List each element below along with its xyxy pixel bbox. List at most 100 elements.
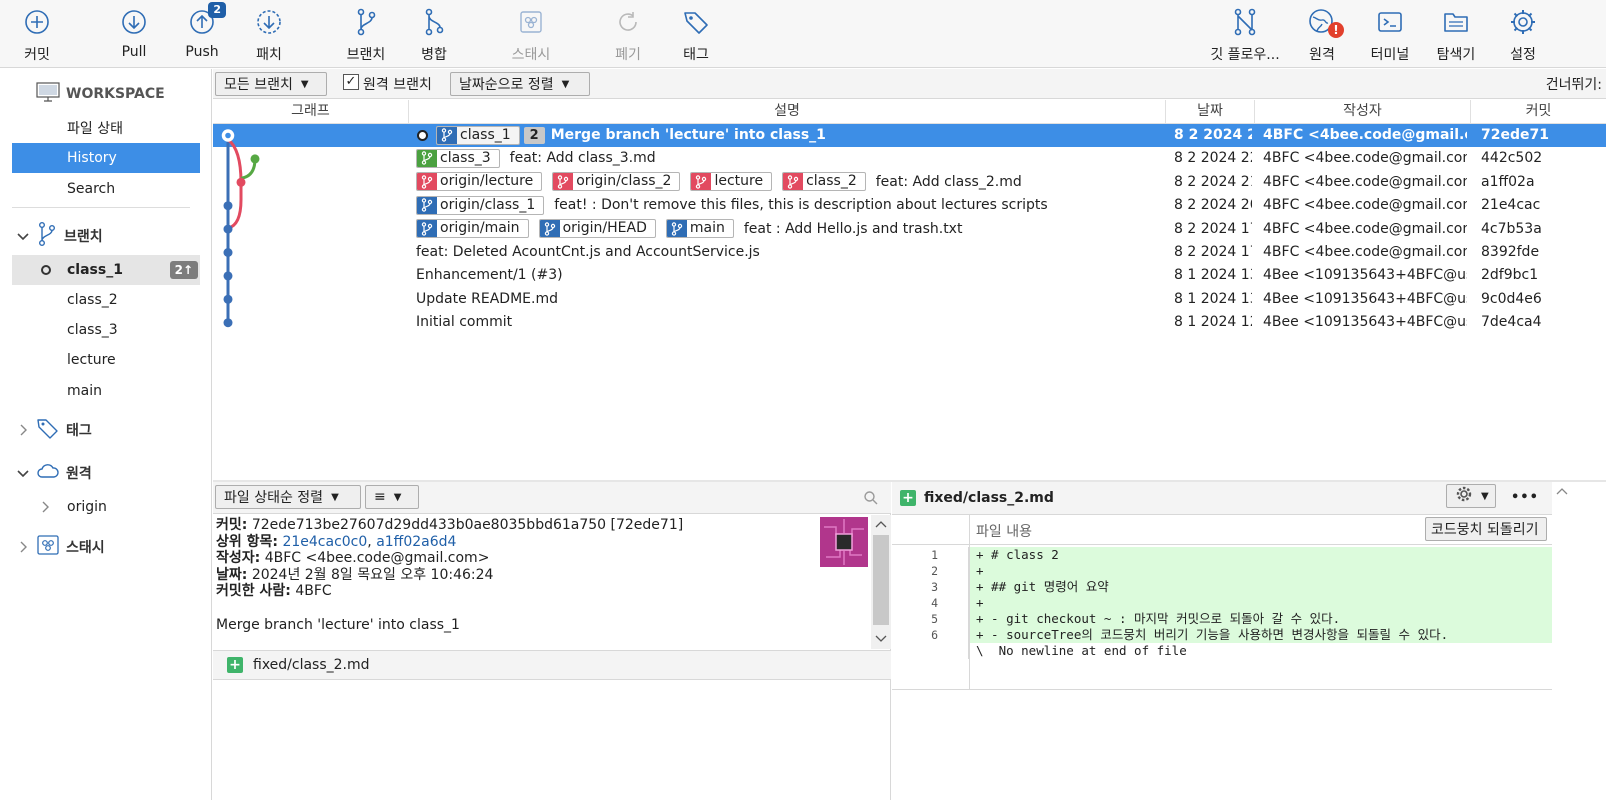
commit-hash: 72ede71 (1481, 127, 1549, 143)
file-list-toolbar: 파일 상태순 정렬 ▼ ≡ ▼ (213, 482, 891, 514)
table-row[interactable]: class_3 feat: Add class_3.md 8 2 2024 22 4B… (213, 147, 1606, 170)
ref-label[interactable]: class_2 (782, 172, 866, 192)
line-code: + (970, 563, 1552, 579)
commit-message: Merge branch 'lecture' into class_1 (216, 616, 460, 633)
sidebar-item-history[interactable]: History (12, 143, 200, 173)
commit-hash: 2df9bc1 (1481, 267, 1539, 284)
sort-files-dropdown[interactable]: 파일 상태순 정렬 ▼ (215, 485, 361, 509)
push-button[interactable]: 2 Push (183, 0, 226, 68)
chevron-down-icon: ▼ (393, 491, 402, 503)
all-branches-dropdown[interactable]: 모든 브랜치 ▼ (215, 72, 327, 96)
line-code: + - sourceTree의 코드뭉치 버리기 기능을 사용하면 변경사항을 … (970, 627, 1552, 643)
view-mode-dropdown[interactable]: ≡ ▼ (365, 485, 419, 509)
table-row[interactable]: origin/lecture origin/class_2 lecture class… (213, 171, 1606, 194)
refresh-icon (610, 4, 646, 40)
more-options-button[interactable]: ••• (1511, 490, 1539, 505)
sidebar-item-lecture[interactable]: lecture (12, 345, 200, 375)
stash-button[interactable]: 스태시 (507, 0, 555, 68)
branch-button[interactable]: 브랜치 (342, 0, 390, 68)
settings-button[interactable]: 설정 (1505, 0, 1541, 68)
ref-label[interactable]: origin/lecture (416, 172, 543, 192)
terminal-button[interactable]: 터미널 (1366, 0, 1414, 68)
ref-label[interactable]: origin/main (416, 219, 529, 239)
line-code: + - git checkout ~ : 마지막 커밋으로 되돌아 갈 수 있다… (970, 611, 1552, 627)
terminal-label: 터미널 (1370, 47, 1410, 63)
ref-label[interactable]: main (665, 219, 734, 239)
graph-node (223, 248, 233, 257)
remote-button[interactable]: ! 원격 (1304, 0, 1344, 68)
branches-header[interactable]: 브랜치 (0, 221, 212, 251)
table-row[interactable]: class_1 2 Merge branch 'lecture' into clas… (213, 124, 1606, 147)
column-date[interactable]: 날짜 (1166, 100, 1255, 124)
table-row[interactable]: Update README.md 8 1 2024 13 4Bee <1091356… (213, 288, 1606, 311)
commit-description: feat: Deleted AcountCnt.js and AccountSe… (416, 241, 1161, 264)
workspace-header[interactable]: WORKSPACE (0, 79, 212, 109)
ref-label[interactable]: origin/class_2 (552, 172, 681, 192)
sidebar-item-class-2[interactable]: class_2 (12, 285, 200, 315)
commit-description: Update README.md (416, 288, 1161, 311)
parent-link-1[interactable]: 21e4cac0c0 (282, 534, 367, 550)
ref-label[interactable]: lecture (690, 172, 773, 192)
line-number: 4 (892, 595, 969, 611)
sidebar-item-search[interactable]: Search (12, 174, 200, 204)
discard-button[interactable]: 폐기 (610, 0, 646, 68)
file-list-item[interactable]: + fixed/class_2.md (213, 650, 891, 680)
file-added-icon: + (900, 490, 916, 506)
ref-label[interactable]: class_3 (416, 148, 500, 168)
commit-message: Update README.md (416, 290, 558, 307)
patch-icon (251, 4, 287, 40)
stashes-header[interactable]: 스태시 (0, 532, 212, 562)
gear-icon (1455, 485, 1473, 507)
table-row[interactable]: feat: Deleted AcountCnt.js and AccountSe… (213, 241, 1606, 264)
sidebar-item-main[interactable]: main (12, 376, 200, 406)
git-flow-button[interactable]: 깃 플로우... (1204, 0, 1286, 68)
column-description[interactable]: 설명 (409, 100, 1166, 124)
diff-toolbar: + fixed/class_2.md ▼ ••• (892, 482, 1606, 515)
parent-link-2[interactable]: a1ff02a6d4 (376, 534, 456, 550)
table-row[interactable]: Initial commit 8 1 2024 12 4Bee <109135643… (213, 311, 1606, 334)
tag-button[interactable]: 태그 (678, 0, 714, 68)
line-number (892, 643, 969, 659)
commit-info-scrollbar[interactable] (871, 515, 891, 649)
author-line: 작성자: 4BFC <4bee.code@gmail.com> (216, 550, 490, 566)
table-row[interactable]: origin/main origin/HEAD main feat : Add Hel… (213, 218, 1606, 241)
commit-hash: 8392fde (1481, 244, 1540, 260)
sidebar-item-file-status[interactable]: 파일 상태 (12, 113, 200, 143)
table-row[interactable]: Enhancement/1 (#3) 8 1 2024 13 4Bee <10913… (213, 264, 1606, 287)
current-branch-icon (41, 265, 51, 275)
stash-icon (36, 534, 60, 560)
pull-button[interactable]: Pull (115, 0, 153, 68)
line-code: + (970, 595, 1552, 611)
remotes-header[interactable]: 원격 (0, 458, 212, 488)
commit-button[interactable]: 커밋 (18, 0, 56, 68)
remote-branches-label: 원격 브랜치 (363, 77, 432, 93)
diff-scrollbar[interactable] (1552, 482, 1606, 800)
patch-button[interactable]: 패치 (250, 0, 288, 68)
column-graph[interactable]: 그래프 (213, 100, 409, 124)
table-row[interactable]: origin/class_1 feat! : Don't remove this … (213, 194, 1606, 217)
diff-options-dropdown[interactable]: ▼ (1446, 484, 1496, 508)
sort-by-date-dropdown[interactable]: 날짜순으로 정렬 ▼ (450, 72, 590, 96)
search-icon[interactable] (863, 490, 879, 510)
column-commit[interactable]: 커밋 (1471, 100, 1606, 124)
sidebar-item-class-3[interactable]: class_3 (12, 315, 200, 345)
git-flow-label: 깃 플로우... (1210, 47, 1280, 63)
merge-button[interactable]: 병합 (412, 0, 456, 68)
revert-hunk-button[interactable]: 코드뭉치 되돌리기 (1425, 517, 1547, 541)
commit-date: 8 1 2024 13 (1174, 267, 1252, 284)
ref-label[interactable]: origin/HEAD (538, 219, 656, 239)
ref-label[interactable]: origin/class_1 (416, 195, 545, 215)
ref-label[interactable]: class_1 (436, 125, 520, 145)
sidebar: WORKSPACE 파일 상태 History Search 브랜치 class… (0, 69, 212, 800)
sidebar-item-origin[interactable]: origin (12, 492, 200, 522)
sidebar-item-class-1[interactable]: class_1 2↑ (12, 255, 200, 285)
remote-branches-checkbox[interactable]: ✓ (343, 74, 359, 90)
stash-label: 스태시 (511, 47, 551, 63)
branch-icon (417, 196, 437, 214)
column-author[interactable]: 작성자 (1255, 100, 1471, 124)
ref-name: origin/class_1 (440, 196, 536, 213)
explorer-button[interactable]: 탐색기 (1432, 0, 1480, 68)
pull-label: Pull (121, 44, 147, 60)
tag-label: 태그 (683, 47, 709, 63)
tags-header[interactable]: 태그 (0, 415, 212, 445)
